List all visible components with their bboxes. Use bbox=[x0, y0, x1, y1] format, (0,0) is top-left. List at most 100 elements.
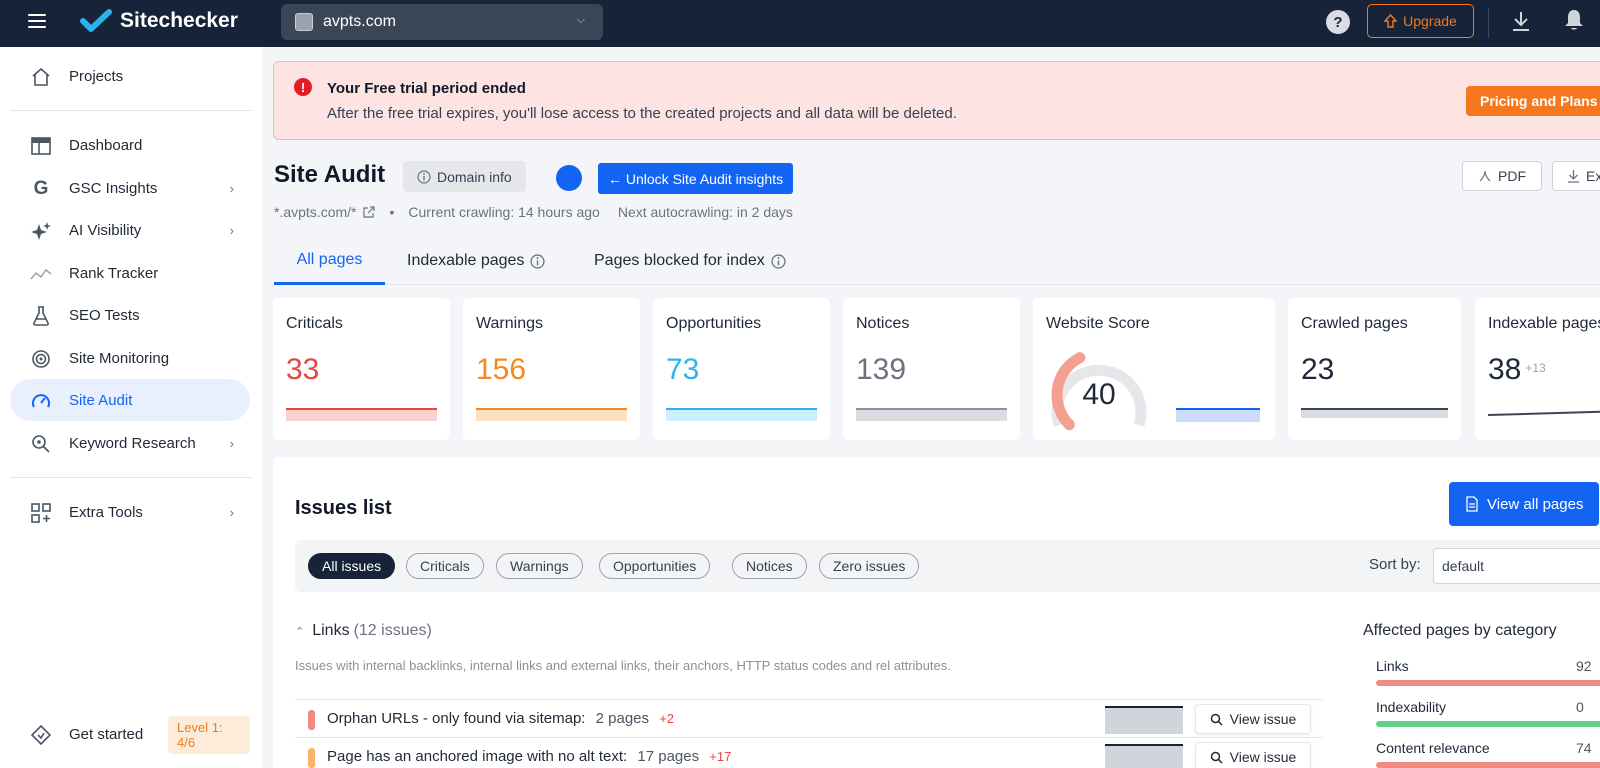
card-label: Indexable pages bbox=[1488, 315, 1600, 332]
affected-row: Content relevance 74 bbox=[1376, 740, 1600, 768]
view-issue-button[interactable]: View issue bbox=[1195, 742, 1311, 768]
sidebar-item-label: Site Audit bbox=[69, 391, 133, 409]
pdf-button[interactable]: PDF bbox=[1462, 161, 1542, 191]
filter-notices[interactable]: Notices bbox=[732, 553, 807, 579]
alert-text: After the free trial expires, you'll los… bbox=[327, 105, 957, 122]
filter-criticals[interactable]: Criticals bbox=[406, 553, 484, 579]
sidebar-item-label: Projects bbox=[69, 67, 124, 85]
issues-panel: Issues list View all pages All issues Cr… bbox=[273, 457, 1600, 768]
crawl-meta: *.avpts.com/* • Current crawling: 14 hou… bbox=[274, 204, 793, 220]
card-crawled-pages[interactable]: Crawled pages 23 bbox=[1288, 298, 1461, 440]
unlock-insights-button[interactable]: ← Unlock Site Audit insights bbox=[598, 163, 794, 194]
help-icon[interactable]: ? bbox=[1326, 10, 1350, 34]
tab-indexable-pages[interactable]: Indexable pages bbox=[407, 237, 546, 285]
sparkle-icon bbox=[30, 220, 52, 242]
issue-pages: 17 pages bbox=[637, 748, 700, 765]
logo[interactable]: Sitechecker bbox=[80, 8, 238, 34]
document-icon bbox=[1466, 496, 1478, 512]
info-icon bbox=[771, 253, 786, 269]
sidebar-item-site-audit[interactable]: Site Audit bbox=[10, 379, 250, 421]
domain-info-label: Domain info bbox=[437, 168, 512, 185]
checkmark-logo-icon bbox=[80, 9, 112, 32]
sidebar-item-dashboard[interactable]: Dashboard bbox=[10, 124, 250, 166]
sidebar-item-get-started[interactable]: Get started Level 1: 4/6 bbox=[10, 713, 250, 755]
pricing-button[interactable]: Pricing and Plans bbox=[1466, 86, 1600, 116]
card-value: 23 bbox=[1301, 353, 1335, 386]
card-indexable-pages[interactable]: Indexable pages 38 +13 bbox=[1475, 298, 1600, 440]
card-opportunities[interactable]: Opportunities 73 bbox=[653, 298, 830, 440]
sidebar-item-projects[interactable]: Projects bbox=[10, 55, 250, 97]
search-icon bbox=[1210, 713, 1223, 726]
gauge-icon bbox=[30, 390, 52, 412]
issue-sparkline bbox=[1105, 706, 1183, 734]
domain-info-button[interactable]: Domain info bbox=[403, 161, 526, 192]
score-bar bbox=[1176, 408, 1260, 422]
view-issue-button[interactable]: View issue bbox=[1195, 704, 1311, 734]
bell-icon[interactable] bbox=[1563, 8, 1585, 32]
sidebar-item-ai-visibility[interactable]: AI Visibility › bbox=[10, 209, 250, 251]
filter-warnings[interactable]: Warnings bbox=[496, 553, 583, 579]
filter-zero-issues[interactable]: Zero issues bbox=[819, 553, 920, 579]
group-description: Issues with internal backlinks, internal… bbox=[295, 658, 951, 673]
issue-text: Page has an anchored image with no alt t… bbox=[327, 748, 628, 765]
card-notices[interactable]: Notices 139 bbox=[843, 298, 1020, 440]
tab-all-pages[interactable]: All pages bbox=[274, 237, 385, 285]
card-criticals[interactable]: Criticals 33 bbox=[273, 298, 450, 440]
severity-marker bbox=[308, 748, 315, 768]
sidebar-item-keyword-research[interactable]: Keyword Research › bbox=[10, 422, 250, 464]
sidebar-item-label: Site Monitoring bbox=[69, 349, 170, 367]
chevron-up-icon: ⌃ bbox=[295, 625, 305, 638]
scope-text: *.avpts.com/* bbox=[274, 204, 357, 220]
issue-delta: +17 bbox=[709, 749, 732, 764]
export-button[interactable]: Ex bbox=[1552, 161, 1600, 191]
alert-title: Your Free trial period ended bbox=[327, 80, 526, 97]
diamond-icon bbox=[30, 724, 52, 746]
tab-label: Pages blocked for index bbox=[594, 252, 765, 269]
group-name: Links bbox=[312, 622, 350, 639]
divider bbox=[10, 477, 252, 478]
links-group-toggle[interactable]: ⌃ Links (12 issues) bbox=[295, 622, 432, 640]
issue-text: Orphan URLs - only found via sitemap: bbox=[327, 710, 586, 727]
affected-value: 0 bbox=[1576, 699, 1584, 715]
filter-opportunities[interactable]: Opportunities bbox=[599, 553, 711, 579]
sidebar-item-rank-tracker[interactable]: Rank Tracker bbox=[10, 252, 250, 294]
sidebar-item-site-monitoring[interactable]: Site Monitoring bbox=[10, 337, 250, 379]
upgrade-button[interactable]: Upgrade bbox=[1367, 4, 1474, 38]
menu-icon[interactable] bbox=[28, 14, 46, 28]
home-icon bbox=[30, 66, 52, 88]
view-all-pages-button[interactable]: View all pages bbox=[1449, 482, 1600, 526]
sort-select[interactable]: default bbox=[1433, 548, 1600, 584]
google-icon: G bbox=[33, 178, 49, 199]
card-website-score[interactable]: Website Score 40 bbox=[1033, 298, 1275, 440]
tab-label: Indexable pages bbox=[407, 252, 525, 269]
trial-alert: ! Your Free trial period ended After the… bbox=[273, 61, 1600, 140]
card-value: 156 bbox=[476, 353, 527, 386]
onboarding-dot[interactable] bbox=[556, 165, 582, 191]
scope-link[interactable]: *.avpts.com/* bbox=[274, 204, 376, 220]
divider bbox=[10, 110, 252, 111]
pdf-label: PDF bbox=[1498, 168, 1526, 184]
card-bar bbox=[666, 408, 817, 421]
issue-row[interactable]: Page has an anchored image with no alt t… bbox=[295, 737, 1323, 768]
sidebar-item-gsc-insights[interactable]: G GSC Insights › bbox=[10, 167, 250, 209]
download-icon[interactable] bbox=[1511, 10, 1531, 32]
issue-filter-bar: All issues Criticals Warnings Opportunit… bbox=[295, 540, 1600, 592]
affected-title: Affected pages by category bbox=[1363, 622, 1557, 639]
sidebar-item-seo-tests[interactable]: SEO Tests bbox=[10, 294, 250, 336]
alert-icon: ! bbox=[294, 78, 312, 96]
affected-bar bbox=[1376, 680, 1600, 686]
severity-marker bbox=[308, 710, 315, 730]
brand-name: Sitechecker bbox=[120, 9, 238, 32]
project-selector[interactable]: avpts.com ⌵ bbox=[281, 4, 603, 40]
issue-row[interactable]: Orphan URLs - only found via sitemap: 2 … bbox=[295, 699, 1323, 737]
sidebar-item-extra-tools[interactable]: Extra Tools › bbox=[10, 491, 250, 533]
tab-pages-blocked[interactable]: Pages blocked for index bbox=[594, 237, 786, 285]
divider bbox=[1488, 8, 1489, 38]
indexable-sparkline bbox=[1488, 410, 1600, 416]
card-bar bbox=[1301, 408, 1448, 421]
card-warnings[interactable]: Warnings 156 bbox=[463, 298, 640, 440]
score-value: 40 bbox=[1082, 378, 1116, 411]
filter-all-issues[interactable]: All issues bbox=[308, 553, 396, 579]
card-bar bbox=[286, 408, 437, 421]
card-label: Crawled pages bbox=[1301, 315, 1408, 332]
